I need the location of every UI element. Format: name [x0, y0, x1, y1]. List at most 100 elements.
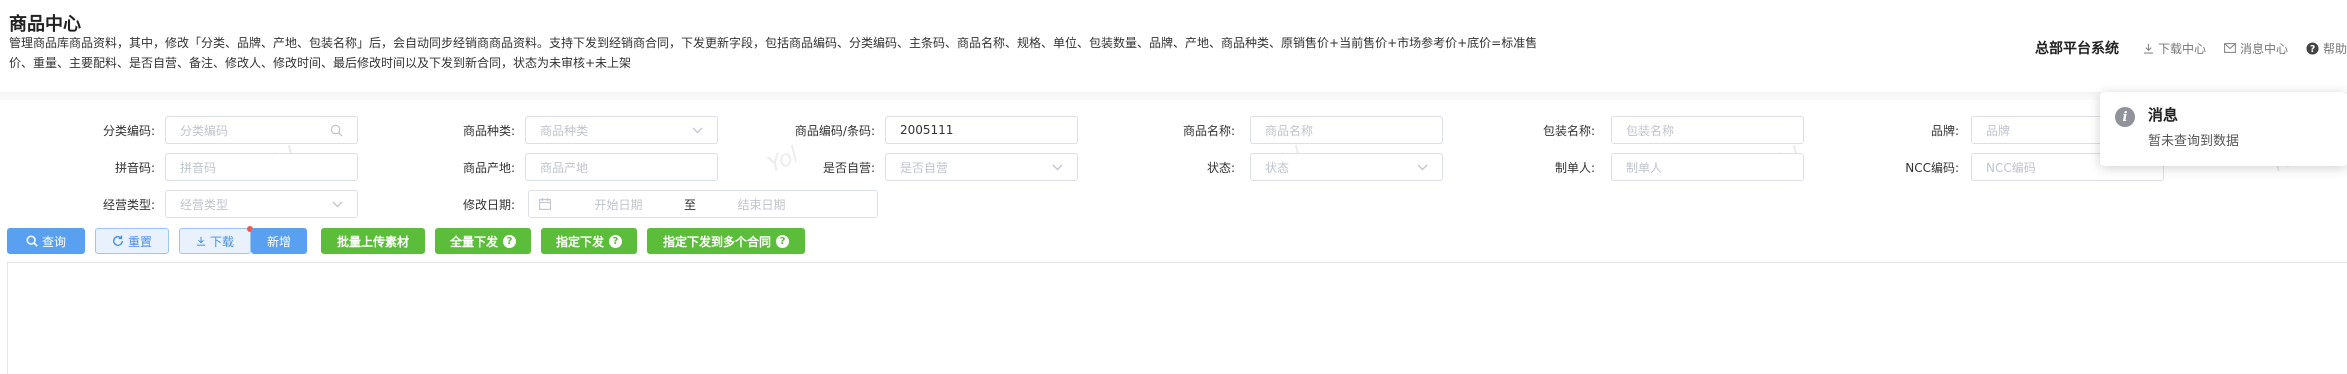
- brand-label: 品牌:: [1930, 123, 1959, 138]
- modify-date-field: 修改日期: 开始日期 至 结束日期: [360, 190, 878, 218]
- chevron-down-icon: [332, 201, 343, 207]
- message-center-label: 消息中心: [2239, 41, 2288, 56]
- help-icon[interactable]: ?: [776, 234, 789, 248]
- origin-placeholder: 商品产地: [540, 160, 589, 175]
- creator-field: 制单人: 制单人: [1440, 153, 1804, 181]
- issue-all-label: 全量下发: [449, 234, 498, 249]
- page-header: 商品中心 管理商品库商品资料，其中，修改「分类、品牌、产地、包装名称」后，会自动…: [0, 0, 2347, 92]
- product-type-placeholder: 商品种类: [540, 123, 589, 138]
- svg-text:?: ?: [2310, 43, 2315, 54]
- pinyin-label: 拼音码:: [114, 160, 155, 175]
- product-name-placeholder: 商品名称: [1265, 123, 1314, 138]
- top-right-nav: 总部平台系统 下载中心 消息中心 ? 帮助: [2035, 38, 2347, 58]
- data-table: [7, 262, 2347, 374]
- origin-input[interactable]: 商品产地: [525, 153, 718, 181]
- issue-specified-label: 指定下发: [555, 234, 604, 249]
- status-select[interactable]: 状态: [1250, 153, 1443, 181]
- business-type-placeholder: 经营类型: [180, 197, 229, 212]
- package-name-input[interactable]: 包装名称: [1611, 116, 1804, 144]
- origin-label: 商品产地:: [462, 160, 515, 175]
- chevron-down-icon: [1052, 164, 1063, 170]
- self-operated-placeholder: 是否自营: [900, 160, 949, 175]
- business-type-label: 经营类型:: [102, 197, 155, 212]
- creator-placeholder: 制单人: [1626, 160, 1663, 175]
- message-notification: i 消息 暂未查询到数据: [2100, 92, 2347, 166]
- product-code-field: 商品编码/条码: 2005111: [720, 116, 1078, 144]
- mail-icon: [2224, 43, 2236, 53]
- product-code-label: 商品编码/条码:: [794, 123, 875, 138]
- issue-multi-contract-button[interactable]: 指定下发到多个合同 ?: [647, 228, 805, 254]
- modify-date-label: 修改日期:: [462, 197, 515, 212]
- add-label: 新增: [266, 234, 291, 249]
- start-date-placeholder[interactable]: 开始日期: [561, 196, 676, 213]
- calendar-icon: [539, 198, 551, 210]
- issue-multi-contract-label: 指定下发到多个合同: [662, 234, 771, 249]
- batch-upload-button[interactable]: 批量上传素材: [321, 228, 425, 254]
- refresh-icon: [113, 235, 123, 246]
- product-type-field: 商品种类: 商品种类: [360, 116, 718, 144]
- category-code-field: 分类编码: 分类编码: [0, 116, 358, 144]
- notification-title: 消息: [2148, 106, 2179, 124]
- pinyin-input[interactable]: 拼音码: [165, 153, 358, 181]
- modify-date-range[interactable]: 开始日期 至 结束日期: [528, 190, 878, 218]
- header-divider: [0, 92, 2347, 100]
- download-icon: [2143, 43, 2154, 54]
- issue-specified-button[interactable]: 指定下发 ?: [541, 228, 637, 254]
- message-center-link[interactable]: 消息中心: [2224, 40, 2288, 57]
- help-link[interactable]: ? 帮助: [2306, 40, 2347, 57]
- status-placeholder: 状态: [1265, 160, 1290, 175]
- origin-field: 商品产地: 商品产地: [360, 153, 718, 181]
- creator-input[interactable]: 制单人: [1611, 153, 1804, 181]
- product-code-input[interactable]: 2005111: [885, 116, 1078, 144]
- brand-placeholder: 品牌: [1986, 123, 2011, 138]
- reset-label: 重置: [127, 234, 152, 249]
- business-type-field: 经营类型: 经营类型: [0, 190, 358, 218]
- action-toolbar: 查询 重置 下载 新增 批量上传素材 全量下发 ? 指定下发 ? 指定下发到多个…: [7, 226, 815, 254]
- product-code-value: 2005111: [900, 123, 954, 137]
- info-icon: i: [2115, 107, 2135, 127]
- search-icon: [330, 124, 343, 136]
- batch-upload-label: 批量上传素材: [336, 234, 409, 249]
- creator-label: 制单人:: [1554, 160, 1595, 175]
- download-button[interactable]: 下载: [179, 226, 253, 254]
- product-name-field: 商品名称: 商品名称: [1080, 116, 1443, 144]
- search-icon: [26, 235, 38, 247]
- category-code-placeholder: 分类编码: [180, 123, 229, 138]
- download-icon: [196, 236, 206, 246]
- help-label: 帮助: [2322, 41, 2347, 56]
- help-icon[interactable]: ?: [503, 234, 516, 248]
- ncc-code-label: NCC编码:: [1905, 160, 1959, 175]
- self-operated-label: 是否自营:: [822, 160, 875, 175]
- package-name-field: 包装名称: 包装名称: [1440, 116, 1804, 144]
- page-description: 管理商品库商品资料，其中，修改「分类、品牌、产地、包装名称」后，会自动同步经销商…: [9, 36, 1538, 70]
- pinyin-placeholder: 拼音码: [180, 160, 217, 175]
- status-field: 状态: 状态: [1080, 153, 1443, 181]
- category-code-input[interactable]: 分类编码: [165, 116, 358, 144]
- reset-button[interactable]: 重置: [95, 228, 169, 254]
- add-button[interactable]: 新增: [251, 228, 307, 254]
- help-icon[interactable]: ?: [609, 234, 622, 248]
- category-code-label: 分类编码:: [102, 123, 155, 138]
- product-name-label: 商品名称:: [1182, 123, 1235, 138]
- query-label: 查询: [41, 234, 66, 249]
- query-button[interactable]: 查询: [7, 228, 85, 254]
- package-name-label: 包装名称:: [1542, 123, 1595, 138]
- pinyin-field: 拼音码: 拼音码: [0, 153, 358, 181]
- download-center-label: 下载中心: [2157, 41, 2206, 56]
- self-operated-select[interactable]: 是否自营: [885, 153, 1078, 181]
- issue-all-button[interactable]: 全量下发 ?: [435, 228, 531, 254]
- product-name-input[interactable]: 商品名称: [1250, 116, 1443, 144]
- product-type-select[interactable]: 商品种类: [525, 116, 718, 144]
- self-operated-field: 是否自营: 是否自营: [720, 153, 1078, 181]
- download-center-link[interactable]: 下载中心: [2143, 40, 2206, 57]
- end-date-placeholder[interactable]: 结束日期: [704, 196, 819, 213]
- package-name-placeholder: 包装名称: [1626, 123, 1675, 138]
- download-label: 下载: [209, 234, 234, 249]
- date-separator: 至: [684, 197, 697, 212]
- notification-body: 暂未查询到数据: [2148, 134, 2240, 149]
- filter-form: 分类编码: 分类编码 商品种类: 商品种类 商品编码/条码: 2005111 商…: [0, 108, 2347, 218]
- status-label: 状态:: [1206, 160, 1235, 175]
- product-type-label: 商品种类:: [462, 123, 515, 138]
- business-type-select[interactable]: 经营类型: [165, 190, 358, 218]
- ncc-code-placeholder: NCC编码: [1986, 160, 2036, 175]
